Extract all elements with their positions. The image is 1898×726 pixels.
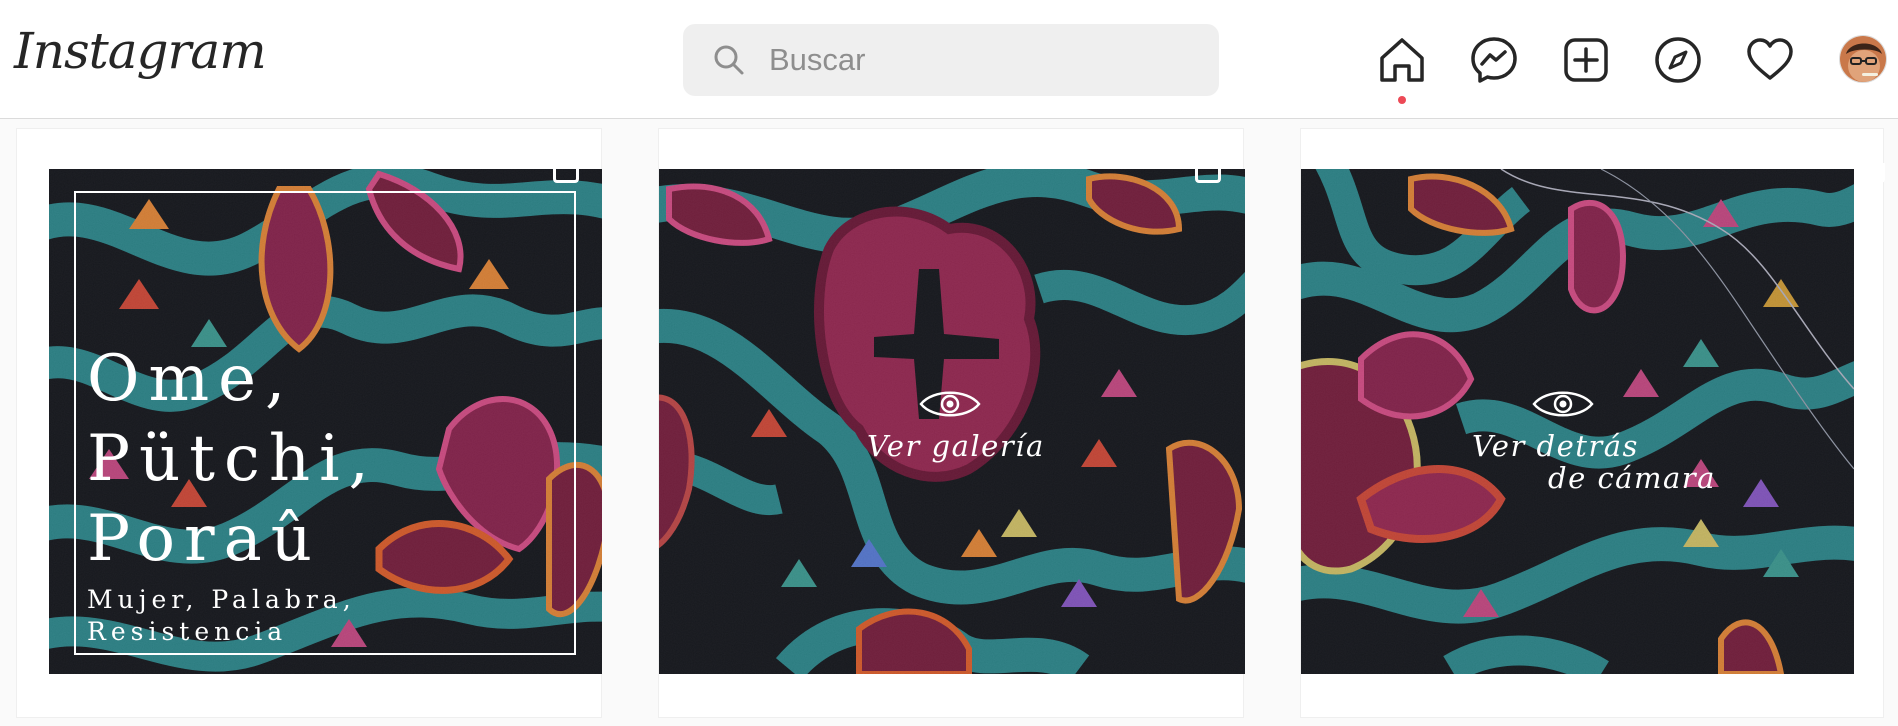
search-box[interactable]: [683, 24, 1219, 96]
search-icon: [714, 45, 744, 75]
post-title-line-3: Poraû: [87, 502, 321, 576]
fabric-artwork: [1301, 169, 1854, 674]
behind-the-scenes-label-line-1: Ver detrás: [1472, 429, 1639, 463]
heart-icon: [1747, 38, 1793, 80]
post-card: Ver galería: [658, 128, 1245, 718]
eye-icon: [919, 391, 981, 417]
view-gallery-label: Ver galería: [867, 429, 1045, 463]
post-title-line-1: Ome,: [87, 342, 295, 416]
search-input[interactable]: [769, 24, 1189, 96]
activity-button[interactable]: [1744, 34, 1796, 86]
avatar-image: [1840, 36, 1886, 82]
post-card: Ver detrás de cámara: [1300, 128, 1885, 718]
home-button[interactable]: [1376, 34, 1428, 86]
post-image[interactable]: Ver detrás de cámara: [1301, 169, 1854, 674]
behind-the-scenes-label-line-2: de cámara: [1548, 461, 1716, 495]
carousel-icon: [553, 163, 579, 183]
explore-button[interactable]: [1652, 34, 1704, 86]
carousel-icon: [1195, 163, 1221, 183]
post-subtitle-line-1: Mujer, Palabra,: [87, 585, 356, 614]
fabric-artwork: [659, 169, 1245, 674]
post-image[interactable]: Ome, Pütchi, Poraû Mujer, Palabra, Resis…: [49, 169, 602, 674]
compass-icon: [1655, 37, 1701, 83]
new-post-button[interactable]: [1560, 34, 1612, 86]
instagram-logo[interactable]: Instagram: [14, 26, 267, 76]
plus-square-icon: [1564, 38, 1608, 82]
post-card: Ome, Pütchi, Poraû Mujer, Palabra, Resis…: [16, 128, 602, 718]
post-subtitle-line-2: Resistencia: [87, 617, 288, 646]
eye-icon: [1532, 391, 1594, 417]
home-icon: [1380, 38, 1424, 82]
post-title-line-2: Pütchi,: [87, 422, 378, 496]
profile-avatar[interactable]: [1839, 35, 1887, 83]
notification-dot: [1398, 96, 1406, 104]
feed: Ome, Pütchi, Poraû Mujer, Palabra, Resis…: [0, 120, 1898, 726]
messenger-icon: [1471, 37, 1517, 83]
carousel-icon: [1859, 163, 1885, 183]
post-image[interactable]: Ver galería: [659, 169, 1245, 674]
messenger-button[interactable]: [1468, 34, 1520, 86]
top-navigation-bar: Instagram: [0, 0, 1898, 119]
